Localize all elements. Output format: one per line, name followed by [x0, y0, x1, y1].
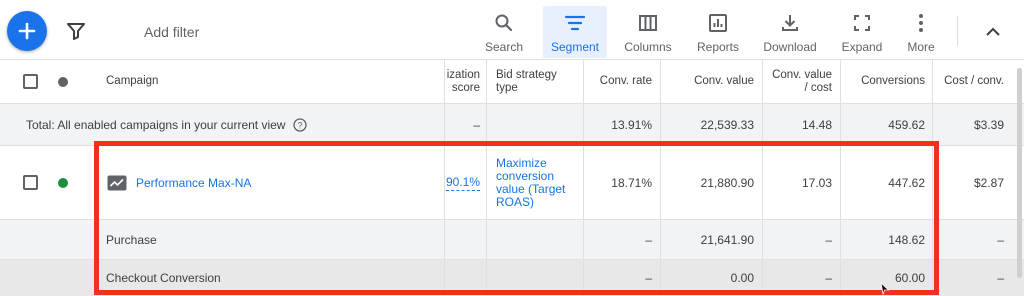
- campaign-conv-value: 21,880.90: [700, 175, 754, 190]
- optimization-score-link[interactable]: 90.1%: [445, 175, 480, 191]
- total-conversions: 459.62: [888, 117, 925, 132]
- create-button[interactable]: [7, 11, 47, 51]
- row-checkbox[interactable]: [23, 175, 38, 190]
- enabled-status-icon[interactable]: [58, 177, 68, 188]
- total-conv-value-cost: 14.48: [801, 117, 832, 132]
- segment-conversions: 148.62: [888, 232, 925, 247]
- header-conv-value-cost[interactable]: Conv. value / cost: [768, 60, 832, 103]
- total-row: Total: All enabled campaigns in your cur…: [0, 104, 1024, 146]
- table-row: Performance Max-NA 90.1% Maximize conver…: [0, 146, 1024, 220]
- segment-conv-value: 21,641.90: [700, 232, 754, 247]
- total-cost-per-conv: $3.39: [973, 117, 1004, 132]
- total-opt-score: –: [473, 117, 480, 132]
- search-tool[interactable]: Search: [480, 6, 528, 58]
- collapse-button[interactable]: [981, 22, 1005, 42]
- mouse-cursor-icon: [880, 282, 890, 296]
- filter-icon[interactable]: [66, 22, 86, 40]
- download-icon: [782, 15, 798, 31]
- header-campaign[interactable]: Campaign: [106, 60, 306, 103]
- segment-conv-rate: –: [645, 232, 652, 247]
- svg-text:?: ?: [298, 120, 303, 130]
- campaign-name-link[interactable]: Performance Max-NA: [136, 176, 251, 190]
- total-conv-value: 22,539.33: [700, 117, 754, 132]
- toolbar: Add filter Search Segment Columns Report…: [0, 0, 1024, 60]
- header-optimization-score[interactable]: ization score: [440, 60, 480, 103]
- search-icon: [495, 14, 513, 32]
- segment-icon: [564, 15, 586, 31]
- header-cost-per-conv[interactable]: Cost / conv.: [938, 60, 1004, 103]
- status-header-icon[interactable]: [58, 76, 68, 87]
- campaign-table: Campaign ization score Bid strategy type…: [0, 60, 1024, 296]
- more-vert-icon: [919, 14, 923, 32]
- toolbar-divider: [957, 16, 958, 46]
- header-conv-value[interactable]: Conv. value: [666, 60, 754, 103]
- plus-icon: [18, 22, 36, 40]
- campaign-cost-per-conv: $2.87: [973, 175, 1004, 190]
- download-tool[interactable]: Download: [760, 6, 820, 58]
- help-icon[interactable]: ?: [293, 117, 308, 132]
- campaign-conversions: 447.62: [888, 175, 925, 190]
- segment-conv-value: 0.00: [730, 271, 754, 285]
- more-tool[interactable]: More: [902, 6, 940, 58]
- campaign-cell: Performance Max-NA: [107, 146, 407, 219]
- reports-icon: [709, 14, 727, 32]
- segment-conv-value-cost: –: [825, 232, 832, 247]
- segment-row: Checkout Conversion – 0.00 – 60.00 –: [0, 260, 1024, 296]
- segment-cost-per-conv: –: [997, 271, 1004, 285]
- segment-label: Checkout Conversion: [106, 271, 221, 285]
- header-conversions[interactable]: Conversions: [845, 60, 925, 103]
- segment-cost-per-conv: –: [997, 232, 1004, 247]
- chevron-up-icon: [986, 27, 1000, 36]
- segment-label: Purchase: [106, 232, 157, 247]
- segment-row: Purchase – 21,641.90 – 148.62 –: [0, 220, 1024, 260]
- add-filter-input[interactable]: Add filter: [144, 24, 199, 40]
- total-label: Total: All enabled campaigns in your cur…: [26, 104, 426, 145]
- expand-tool[interactable]: Expand: [838, 6, 886, 58]
- table-header-row: Campaign ization score Bid strategy type…: [0, 60, 1024, 104]
- header-bid-strategy[interactable]: Bid strategy type: [496, 60, 576, 103]
- performance-max-icon: [107, 175, 127, 190]
- bid-strategy-link[interactable]: Maximize conversion value (Target ROAS): [496, 156, 578, 209]
- campaign-conv-rate: 18.71%: [611, 175, 652, 190]
- select-all-checkbox[interactable]: [23, 74, 38, 89]
- segment-conv-rate: –: [645, 271, 652, 285]
- campaign-conv-value-cost: 17.03: [801, 175, 832, 190]
- reports-tool[interactable]: Reports: [692, 6, 744, 58]
- header-conv-rate[interactable]: Conv. rate: [586, 60, 652, 103]
- columns-icon: [639, 15, 657, 31]
- vertical-scrollbar[interactable]: [1017, 68, 1022, 278]
- columns-tool[interactable]: Columns: [620, 6, 676, 58]
- expand-icon: [854, 15, 870, 31]
- total-conv-rate: 13.91%: [611, 117, 652, 132]
- segment-tool[interactable]: Segment: [543, 6, 607, 58]
- segment-conv-value-cost: –: [825, 271, 832, 285]
